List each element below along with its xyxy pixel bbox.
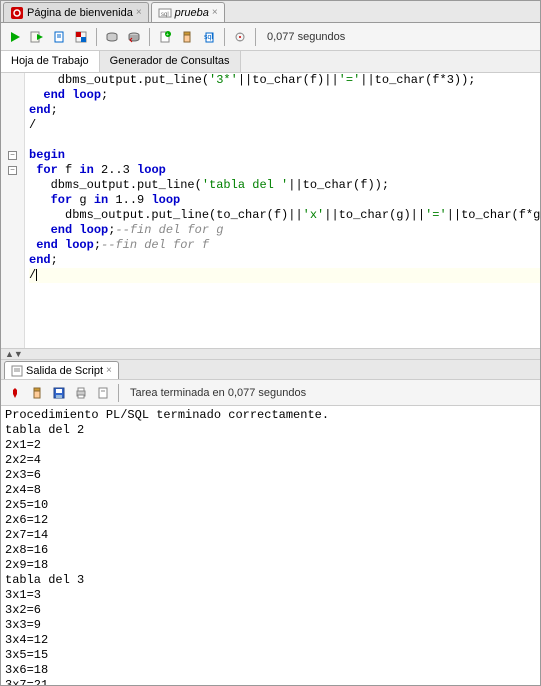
svg-text:+: + [166,32,169,38]
tab-label: Página de bienvenida [27,7,133,19]
close-icon[interactable]: × [136,7,142,18]
code-line[interactable]: end loop; [29,88,540,103]
gutter-row [1,193,24,208]
oracle-icon [10,6,24,20]
code-line[interactable]: end; [29,103,540,118]
run-script-button[interactable] [27,27,47,47]
separator [255,28,256,46]
tab-welcome[interactable]: Página de bienvenida × [3,2,149,22]
code-line[interactable]: dbms_output.put_line('3*'||to_char(f)||'… [29,73,540,88]
close-icon[interactable]: × [106,365,112,376]
code-area[interactable]: dbms_output.put_line('3*'||to_char(f)||'… [25,73,540,348]
gutter-row [1,208,24,223]
pin-button[interactable] [5,383,25,403]
output-status: Tarea terminada en 0,077 segundos [130,387,306,399]
gutter-row [1,88,24,103]
clear-output-button[interactable] [27,383,47,403]
code-line[interactable]: dbms_output.put_line(to_char(f)||'x'||to… [29,208,540,223]
code-line[interactable]: end loop;--fin del for g [29,223,540,238]
autotrace-button[interactable] [71,27,91,47]
gutter-row [1,178,24,193]
gutter-row [1,238,24,253]
run-button[interactable] [5,27,25,47]
save-button[interactable] [49,383,69,403]
gutter-row [1,268,24,283]
code-line[interactable]: end loop;--fin del for f [29,238,540,253]
tab-worksheet[interactable]: Hoja de Trabajo [1,51,100,72]
print-button[interactable] [71,383,91,403]
gutter-row [1,223,24,238]
unshared-button[interactable]: + [155,27,175,47]
explain-button[interactable] [49,27,69,47]
script-icon [11,365,23,377]
gutter-row [1,253,24,268]
separator [149,28,150,46]
gutter-row: − [1,148,24,163]
gutter-row [1,73,24,88]
collapse-bar[interactable]: ▲▼ [1,348,540,360]
svg-text:sql: sql [161,12,169,18]
output-text[interactable]: Procedimiento PL/SQL terminado correctam… [1,406,540,685]
svg-text:sql: sql [204,34,213,41]
code-line[interactable]: end; [29,253,540,268]
tab-query-builder[interactable]: Generador de Consultas [100,51,241,72]
gutter-row [1,133,24,148]
separator [224,28,225,46]
code-line[interactable]: begin [29,148,540,163]
output-tab-label: Salida de Script [26,365,103,377]
file-tabs: Página de bienvenida × sql prueba × [1,1,540,23]
fold-icon[interactable]: − [8,151,17,160]
gutter-row [1,103,24,118]
code-line[interactable]: for g in 1..9 loop [29,193,540,208]
code-line[interactable] [29,133,540,148]
tab-script-output[interactable]: Salida de Script × [4,361,119,379]
separator [118,384,119,402]
fold-icon[interactable]: − [8,166,17,175]
worksheet-tabs: Hoja de Trabajo Generador de Consultas [1,51,540,73]
tab-label: prueba [175,7,209,19]
code-line[interactable]: / [29,268,540,283]
tuning-button[interactable] [230,27,250,47]
main-toolbar: + sql 0,077 segundos [1,23,540,51]
output-toolbar: Tarea terminada en 0,077 segundos [1,380,540,406]
gutter-row [1,118,24,133]
export-button[interactable] [93,383,113,403]
code-editor[interactable]: −− dbms_output.put_line('3*'||to_char(f)… [1,73,540,348]
gutter-row: − [1,163,24,178]
output-tabs: Salida de Script × [1,360,540,380]
code-line[interactable]: / [29,118,540,133]
sql-icon: sql [158,6,172,20]
commit-button[interactable] [102,27,122,47]
code-line[interactable]: for f in 2..3 loop [29,163,540,178]
close-icon[interactable]: × [212,7,218,18]
rollback-button[interactable] [124,27,144,47]
tab-prueba[interactable]: sql prueba × [151,2,225,22]
separator [96,28,97,46]
gutter: −− [1,73,25,348]
collapse-icon: ▲▼ [5,349,23,359]
clear-button[interactable] [177,27,197,47]
code-line[interactable]: dbms_output.put_line('tabla del '||to_ch… [29,178,540,193]
history-button[interactable]: sql [199,27,219,47]
execution-time: 0,077 segundos [267,31,345,43]
